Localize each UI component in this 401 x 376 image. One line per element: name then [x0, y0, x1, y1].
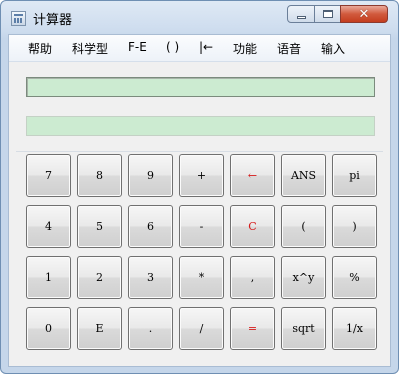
key-3[interactable]: 3: [128, 256, 173, 299]
menu-functions[interactable]: 功能: [233, 40, 257, 57]
key-ans[interactable]: ANS: [281, 154, 326, 197]
window-title: 计算器: [33, 13, 73, 28]
menu-input[interactable]: 输入: [321, 40, 345, 57]
key-equals[interactable]: =: [230, 307, 275, 350]
key-8[interactable]: 8: [77, 154, 122, 197]
menu-parentheses[interactable]: ( ): [166, 40, 179, 54]
key-close-paren[interactable]: ): [332, 205, 377, 248]
key-percent[interactable]: %: [332, 256, 377, 299]
menu-help[interactable]: 帮助: [28, 40, 52, 57]
key-2[interactable]: 2: [77, 256, 122, 299]
key-0[interactable]: 0: [26, 307, 71, 350]
key-1[interactable]: 1: [26, 256, 71, 299]
client-area: 帮助 科学型 F-E ( ) |← 功能 语音 输入 7 8 9 + ← ANS…: [8, 34, 391, 367]
close-icon: ✕: [358, 6, 370, 22]
key-4[interactable]: 4: [26, 205, 71, 248]
key-clear[interactable]: C: [230, 205, 275, 248]
menu-f-e[interactable]: F-E: [128, 40, 147, 54]
key-reciprocal[interactable]: 1/x: [332, 307, 377, 350]
menu-backspace[interactable]: |←: [199, 40, 213, 54]
key-power[interactable]: x^y: [281, 256, 326, 299]
maximize-button[interactable]: [314, 5, 341, 23]
menu-scientific[interactable]: 科学型: [72, 40, 108, 57]
key-backspace[interactable]: ←: [230, 154, 275, 197]
menu-voice[interactable]: 语音: [277, 40, 301, 57]
menu-bar: 帮助 科学型 F-E ( ) |← 功能 语音 输入: [9, 35, 390, 62]
key-multiply[interactable]: *: [179, 256, 224, 299]
expression-display[interactable]: [26, 77, 375, 97]
divider: [16, 151, 383, 152]
title-bar[interactable]: 计算器 ✕: [1, 1, 398, 35]
calculator-window: 计算器 ✕ 帮助 科学型 F-E ( ) |← 功能 语音 输入 7 8 9 +…: [0, 0, 399, 374]
minimize-button[interactable]: [287, 5, 315, 23]
key-5[interactable]: 5: [77, 205, 122, 248]
result-display: [26, 116, 375, 136]
key-exponent[interactable]: E: [77, 307, 122, 350]
key-comma[interactable]: ,: [230, 256, 275, 299]
close-button[interactable]: ✕: [340, 5, 388, 23]
key-decimal[interactable]: .: [128, 307, 173, 350]
minimize-icon: [296, 15, 306, 19]
key-plus[interactable]: +: [179, 154, 224, 197]
maximize-icon: [322, 10, 333, 18]
key-7[interactable]: 7: [26, 154, 71, 197]
key-minus[interactable]: -: [179, 205, 224, 248]
calculator-icon: [11, 11, 26, 26]
key-open-paren[interactable]: (: [281, 205, 326, 248]
key-6[interactable]: 6: [128, 205, 173, 248]
key-9[interactable]: 9: [128, 154, 173, 197]
key-sqrt[interactable]: sqrt: [281, 307, 326, 350]
key-pi[interactable]: pi: [332, 154, 377, 197]
key-divide[interactable]: /: [179, 307, 224, 350]
calculator-body: 7 8 9 + ← ANS pi 4 5 6 - C ( ) 1 2 3 * ,…: [9, 62, 390, 366]
